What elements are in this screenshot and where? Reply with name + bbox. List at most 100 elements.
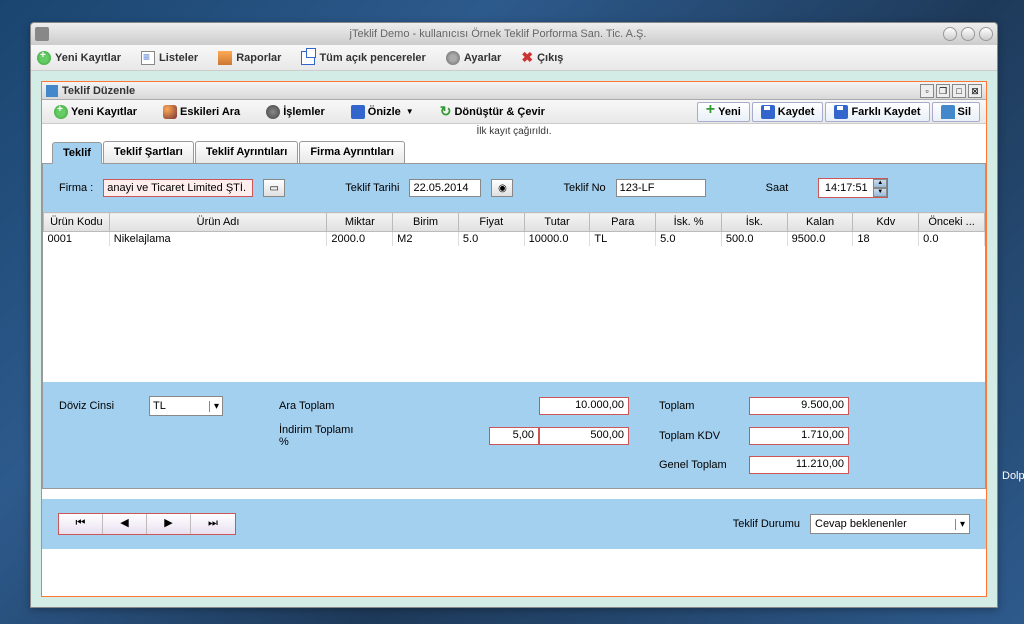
col-unit[interactable]: Birim	[393, 213, 459, 232]
offer-status-label: Teklif Durumu	[733, 518, 800, 530]
cell-vat[interactable]: 18	[853, 232, 919, 247]
total-vat-label: Toplam KDV	[629, 430, 729, 442]
offer-no-input[interactable]	[616, 179, 706, 197]
col-previous[interactable]: Önceki ...	[919, 213, 985, 232]
preview-button[interactable]: Önizle▼	[345, 103, 420, 121]
new-records-menu[interactable]: Yeni Kayıtlar	[37, 51, 121, 65]
save-button[interactable]: Kaydet	[752, 102, 824, 122]
gear-icon	[446, 51, 460, 65]
time-down-button[interactable]: ▼	[873, 188, 887, 197]
first-record-button[interactable]: ⏮	[59, 514, 103, 534]
settings-menu[interactable]: Ayarlar	[446, 51, 502, 65]
cell-discount-pct[interactable]: 5.0	[656, 232, 722, 247]
inner-maximize-button[interactable]: □	[952, 84, 966, 98]
cell-product-code[interactable]: 0001	[44, 232, 110, 247]
search-old-button[interactable]: Eskileri Ara	[157, 103, 246, 121]
grand-total-label: Genel Toplam	[629, 459, 729, 471]
inner-minimize-button[interactable]: ▫	[920, 84, 934, 98]
next-record-button[interactable]: ▶	[147, 514, 191, 534]
inner-restore-button[interactable]: ❐	[936, 84, 950, 98]
currency-select[interactable]: TL	[149, 396, 223, 416]
company-input[interactable]	[103, 179, 253, 197]
table-row[interactable]: 0001 Nikelajlama 2000.0 M2 5.0 10000.0 T…	[44, 232, 985, 247]
titlebar[interactable]: jTeklif Demo - kullanıcısı Örnek Teklif …	[31, 23, 997, 45]
cell-currency[interactable]: TL	[590, 232, 656, 247]
company-lookup-button[interactable]: ▭	[263, 179, 285, 197]
col-price[interactable]: Fiyat	[458, 213, 524, 232]
refresh-icon: ↻	[440, 103, 452, 120]
date-input[interactable]	[409, 179, 481, 197]
operations-button[interactable]: İşlemler	[260, 103, 331, 121]
tab-company[interactable]: Firma Ayrıntıları	[299, 141, 405, 163]
desktop-shortcut[interactable]: Dolp	[1002, 470, 1022, 482]
tab-terms[interactable]: Teklif Şartları	[103, 141, 194, 163]
list-icon	[141, 51, 155, 65]
new-button[interactable]: +Yeni	[697, 102, 750, 122]
convert-button[interactable]: ↻Dönüştür & Çevir	[434, 101, 551, 122]
discount-pct-value[interactable]: 5,00	[489, 427, 539, 445]
cell-price[interactable]: 5.0	[458, 232, 524, 247]
grid-header-row: Ürün Kodu Ürün Adı Miktar Birim Fiyat Tu…	[44, 213, 985, 232]
col-product-name[interactable]: Ürün Adı	[109, 213, 327, 232]
maximize-button[interactable]	[961, 27, 975, 41]
edit-offer-window: Teklif Düzenle ▫ ❐ □ ⊠ Yeni Kayıtlar Esk…	[42, 82, 986, 596]
col-currency[interactable]: Para	[590, 213, 656, 232]
cell-unit[interactable]: M2	[393, 232, 459, 247]
footer-panel: ⏮ ◀ ▶ ⏭ Teklif Durumu Cevap beklenenler	[42, 499, 986, 549]
status-line: İlk kayıt çağırıldı.	[42, 124, 986, 139]
add-icon	[54, 105, 68, 119]
last-record-button[interactable]: ⏭	[191, 514, 235, 534]
col-discount-pct[interactable]: İsk. %	[656, 213, 722, 232]
discount-label: İndirim Toplamı %	[239, 424, 359, 448]
tab-details[interactable]: Teklif Ayrıntıları	[195, 141, 299, 163]
col-product-code[interactable]: Ürün Kodu	[44, 213, 110, 232]
prev-record-button[interactable]: ◀	[103, 514, 147, 534]
inner-titlebar[interactable]: Teklif Düzenle ▫ ❐ □ ⊠	[42, 82, 986, 100]
cell-discount[interactable]: 500.0	[721, 232, 787, 247]
app-icon	[35, 27, 49, 41]
inner-close-button[interactable]: ⊠	[968, 84, 982, 98]
form-row: Firma : ▭ Teklif Tarihi ◉ Teklif No Saat	[43, 164, 985, 212]
date-label: Teklif Tarihi	[345, 182, 399, 194]
total-value: 9.500,00	[749, 397, 849, 415]
items-grid[interactable]: Ürün Kodu Ürün Adı Miktar Birim Fiyat Tu…	[43, 212, 985, 382]
tab-offer[interactable]: Teklif	[52, 142, 102, 164]
lists-menu[interactable]: Listeler	[141, 51, 198, 65]
cell-amount[interactable]: 10000.0	[524, 232, 590, 247]
tab-content: Firma : ▭ Teklif Tarihi ◉ Teklif No Saat	[42, 163, 986, 489]
inner-window-controls: ▫ ❐ □ ⊠	[920, 84, 982, 98]
col-vat[interactable]: Kdv	[853, 213, 919, 232]
window-controls	[943, 27, 993, 41]
preview-icon	[351, 105, 365, 119]
cell-product-name[interactable]: Nikelajlama	[109, 232, 327, 247]
reports-menu[interactable]: Raporlar	[218, 51, 281, 65]
all-windows-menu[interactable]: Tüm açık pencereler	[301, 51, 425, 65]
exit-menu[interactable]: ✖Çıkış	[521, 49, 563, 66]
delete-button[interactable]: Sil	[932, 102, 980, 122]
date-picker-button[interactable]: ◉	[491, 179, 513, 197]
minimize-button[interactable]	[943, 27, 957, 41]
time-spinner: ▲ ▼	[818, 178, 888, 198]
cell-previous[interactable]: 0.0	[919, 232, 985, 247]
offer-status-select[interactable]: Cevap beklenenler	[810, 514, 970, 534]
sub-toolbar: Yeni Kayıtlar Eskileri Ara İşlemler Öniz…	[42, 100, 986, 124]
col-quantity[interactable]: Miktar	[327, 213, 393, 232]
time-up-button[interactable]: ▲	[873, 179, 887, 188]
col-discount[interactable]: İsk.	[721, 213, 787, 232]
new-records-button[interactable]: Yeni Kayıtlar	[48, 103, 143, 121]
report-icon	[218, 51, 232, 65]
cell-quantity[interactable]: 2000.0	[327, 232, 393, 247]
time-input[interactable]	[819, 179, 873, 197]
tabs: Teklif Teklif Şartları Teklif Ayrıntılar…	[42, 141, 986, 163]
gears-icon	[266, 105, 280, 119]
plus-icon: +	[706, 101, 715, 119]
subtotal-value: 10.000,00	[539, 397, 629, 415]
add-icon	[37, 51, 51, 65]
currency-label: Döviz Cinsi	[59, 400, 149, 412]
col-amount[interactable]: Tutar	[524, 213, 590, 232]
close-button[interactable]	[979, 27, 993, 41]
cell-remaining[interactable]: 9500.0	[787, 232, 853, 247]
save-as-button[interactable]: Farklı Kaydet	[825, 102, 929, 122]
col-remaining[interactable]: Kalan	[787, 213, 853, 232]
total-label: Toplam	[629, 400, 729, 412]
